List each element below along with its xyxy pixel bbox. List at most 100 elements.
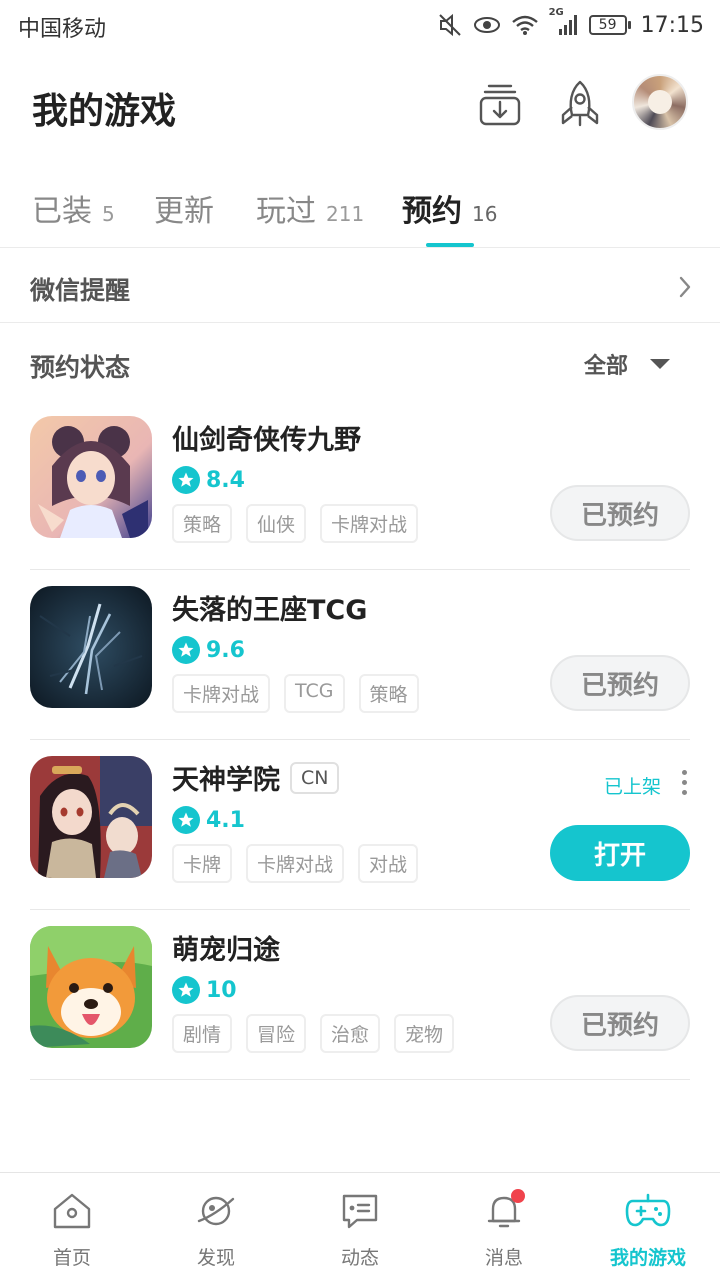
tag[interactable]: 剧情 xyxy=(172,1014,233,1053)
list-item[interactable]: 天神学院 CN 已上架 4.1 卡牌 卡牌对战 对战 打开 xyxy=(0,740,720,910)
reserved-button[interactable]: 已预约 xyxy=(550,995,690,1051)
game-title-row: 萌宠归途 xyxy=(172,928,280,967)
wifi-icon xyxy=(511,14,539,36)
tag[interactable]: TCG xyxy=(284,674,345,713)
avatar[interactable] xyxy=(632,74,688,130)
tab-label: 已装 xyxy=(32,194,92,229)
tag[interactable]: 对战 xyxy=(358,844,419,883)
tag-list: 剧情 冒险 治愈 宠物 xyxy=(172,1014,455,1053)
reservation-status-title: 预约状态 xyxy=(30,353,131,382)
tag-list: 卡牌 卡牌对战 对战 xyxy=(172,844,419,883)
tab-updates[interactable]: 更新 xyxy=(154,186,214,230)
game-icon xyxy=(30,926,152,1048)
nav-home[interactable]: 首页 xyxy=(0,1191,144,1270)
list-item[interactable]: 萌宠归途 10 剧情 冒险 治愈 宠物 已预约 xyxy=(0,910,720,1080)
reserved-button[interactable]: 已预约 xyxy=(550,655,690,711)
tag-list: 卡牌对战 TCG 策略 xyxy=(172,674,419,713)
game-name: 天神学院 xyxy=(172,765,280,796)
download-manager-button[interactable] xyxy=(472,78,528,134)
rating: 10 xyxy=(172,976,237,1004)
open-game-button[interactable]: 打开 xyxy=(550,825,690,881)
rating-value: 9.6 xyxy=(206,637,245,663)
game-name: 仙剑奇侠传九野 xyxy=(172,425,361,456)
divider xyxy=(30,1079,690,1080)
tab-reserved[interactable]: 预约 16 xyxy=(402,186,497,230)
bell-icon xyxy=(483,1189,525,1235)
tag[interactable]: 卡牌 xyxy=(172,844,233,883)
tag[interactable]: 卡牌对战 xyxy=(320,504,419,543)
notification-dot xyxy=(511,1189,525,1203)
rating-value: 10 xyxy=(206,977,237,1003)
rating: 4.1 xyxy=(172,806,245,834)
nav-label: 消息 xyxy=(484,1247,523,1269)
nav-discover[interactable]: 发现 xyxy=(144,1191,288,1270)
network-type-label: 2G xyxy=(548,7,564,18)
rocket-button[interactable] xyxy=(552,78,608,134)
tag[interactable]: 卡牌对战 xyxy=(246,844,345,883)
status-icons: 2G 59 17:15 xyxy=(437,7,704,40)
tab-count: 16 xyxy=(472,202,498,226)
tag[interactable]: 治愈 xyxy=(320,1014,381,1053)
tab-bar: 已装 5 更新 玩过 211 预约 16 xyxy=(0,176,720,248)
game-title-row: 失落的王座TCG xyxy=(172,588,367,627)
nav-feed[interactable]: 动态 xyxy=(288,1191,432,1270)
status-bar: 中国移动 2G 59 17:15 xyxy=(0,0,720,50)
carrier-name: 中国移动 xyxy=(18,17,107,42)
rating-value: 8.4 xyxy=(206,467,245,493)
tag[interactable]: 仙侠 xyxy=(246,504,307,543)
wechat-reminder-row[interactable]: 微信提醒 xyxy=(0,249,720,323)
caret-down-icon xyxy=(650,359,671,369)
nav-label: 动态 xyxy=(340,1247,379,1269)
status-filter-value: 全部 xyxy=(584,354,629,379)
game-title-row: 仙剑奇侠传九野 xyxy=(172,418,361,457)
planet-icon xyxy=(195,1191,237,1235)
divider xyxy=(0,322,720,323)
tag[interactable]: 策略 xyxy=(358,674,419,713)
divider xyxy=(0,247,720,248)
message-icon xyxy=(339,1191,381,1235)
tab-label: 玩过 xyxy=(256,194,316,229)
tag[interactable]: 宠物 xyxy=(394,1014,455,1053)
star-icon xyxy=(172,976,200,1004)
nav-messages[interactable]: 消息 xyxy=(432,1189,576,1270)
tag[interactable]: 策略 xyxy=(172,504,233,543)
download-manager-icon xyxy=(477,81,523,131)
wechat-reminder-label: 微信提醒 xyxy=(30,276,131,305)
nav-my-games[interactable]: 我的游戏 xyxy=(576,1191,720,1270)
rating: 8.4 xyxy=(172,466,245,494)
nav-label: 我的游戏 xyxy=(609,1247,686,1269)
tab-count: 211 xyxy=(326,202,365,226)
game-name: 萌宠归途 xyxy=(172,935,280,966)
list-item[interactable]: 失落的王座TCG 9.6 卡牌对战 TCG 策略 已预约 xyxy=(0,570,720,740)
eye-comfort-icon xyxy=(473,14,501,36)
tab-count: 5 xyxy=(102,202,115,226)
game-icon xyxy=(30,756,152,878)
tag[interactable]: 冒险 xyxy=(246,1014,307,1053)
cell-signal-icon: 2G xyxy=(549,7,579,37)
region-badge: CN xyxy=(290,761,340,794)
game-title-row: 天神学院 CN xyxy=(172,758,340,797)
tab-label: 更新 xyxy=(154,194,214,229)
chevron-right-icon xyxy=(678,275,692,303)
game-icon xyxy=(30,586,152,708)
reserved-button[interactable]: 已预约 xyxy=(550,485,690,541)
list-item[interactable]: 仙剑奇侠传九野 8.4 策略 仙侠 卡牌对战 已预约 xyxy=(0,400,720,570)
mute-icon xyxy=(437,12,463,38)
tab-installed[interactable]: 已装 5 xyxy=(32,186,115,230)
tab-played[interactable]: 玩过 211 xyxy=(256,186,364,230)
game-name: 失落的王座TCG xyxy=(172,595,368,626)
tab-label: 预约 xyxy=(402,194,462,229)
home-icon xyxy=(51,1191,93,1235)
battery-level: 59 xyxy=(588,15,627,35)
battery-icon: 59 xyxy=(588,15,631,35)
clock: 17:15 xyxy=(640,12,704,38)
status-filter-dropdown[interactable]: 全部 xyxy=(584,348,671,380)
star-icon xyxy=(172,636,200,664)
tag[interactable]: 卡牌对战 xyxy=(172,674,271,713)
rating: 9.6 xyxy=(172,636,245,664)
gamepad-icon xyxy=(625,1191,671,1235)
star-icon xyxy=(172,466,200,494)
rating-value: 4.1 xyxy=(206,807,245,833)
more-options-icon[interactable] xyxy=(682,770,687,795)
nav-label: 首页 xyxy=(52,1247,91,1269)
